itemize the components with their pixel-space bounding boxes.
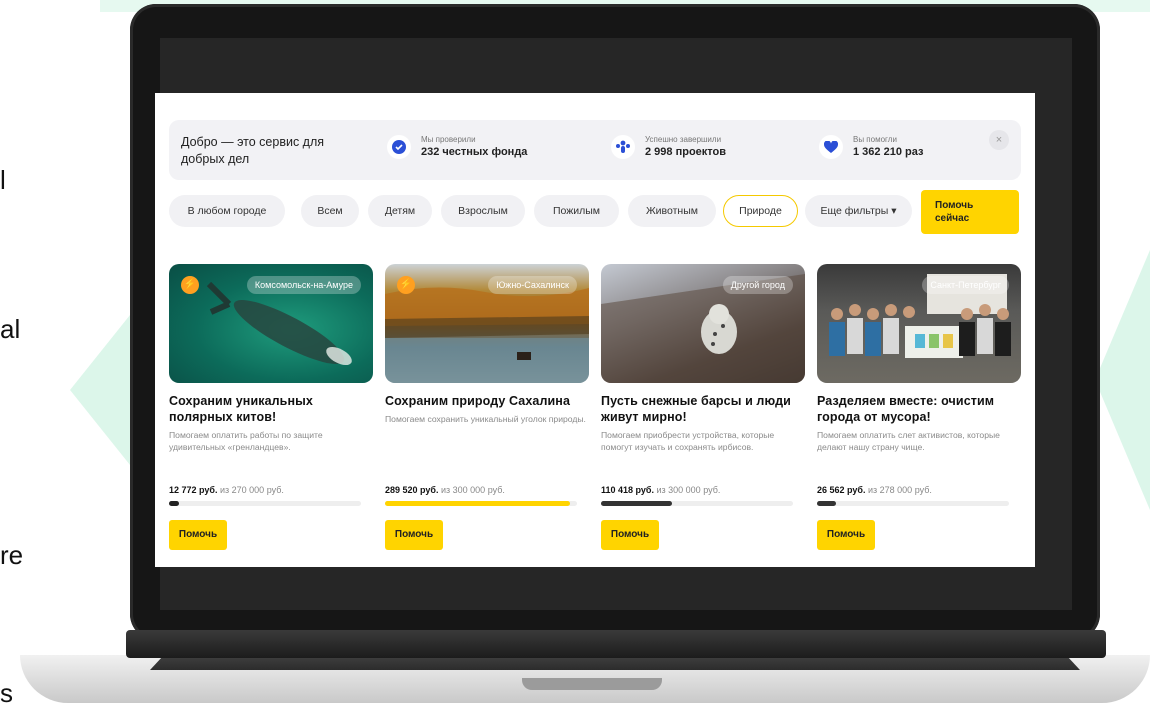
raised-sum: 110 418 руб. (601, 485, 654, 495)
card-title[interactable]: Разделяем вместе: очистим города от мусо… (817, 393, 1021, 425)
card-title[interactable]: Сохраним природу Сахалина (385, 393, 589, 409)
side-text-2: al (0, 314, 21, 344)
goal-sum: из 300 000 руб. (441, 485, 505, 495)
stat-label: Успешно завершили (645, 135, 722, 144)
progress-bar (817, 501, 1009, 506)
project-card[interactable]: Санкт-Петербург Разделяем вместе: очисти… (817, 264, 1021, 550)
help-button[interactable]: Помочь (601, 520, 659, 550)
progress-bar (385, 501, 577, 506)
people-icon (611, 135, 635, 159)
side-text-1: l (0, 165, 6, 195)
raised-sum: 12 772 руб. (169, 485, 218, 495)
raised-sum: 289 520 руб. (385, 485, 439, 495)
card-title[interactable]: Пусть снежные барсы и люди живут мирно! (601, 393, 805, 425)
raised-amount: 12 772 руб. из 270 000 руб. (169, 485, 284, 495)
progress-fill (385, 501, 571, 506)
stat-completed-projects: Успешно завершили 2 998 проектов (611, 134, 726, 160)
sakhalin-image: ⚡ Южно-Сахалинск (385, 264, 589, 383)
laptop-notch (522, 678, 662, 690)
urgent-bolt-icon: ⚡ (397, 276, 415, 294)
stat-label: Мы проверили (421, 135, 476, 144)
card-description: Помогаем оплатить работы по защите удиви… (169, 430, 323, 452)
website-page: Добро — это сервис для добрых дел Мы про… (155, 93, 1035, 567)
close-icon[interactable]: × (989, 130, 1009, 150)
stat-value: 2 998 проектов (645, 146, 727, 158)
snow-leopard-image: Другой город (601, 264, 805, 383)
filter-animals[interactable]: Животным (628, 195, 716, 227)
filter-nature[interactable]: Природе (723, 195, 798, 227)
filter-children[interactable]: Детям (368, 195, 432, 227)
card-description: Помогаем приобрести устройства, которые … (601, 430, 775, 452)
stat-value: 232 честных фонда (421, 146, 528, 158)
card-description: Помогаем сохранить уникальный уголок при… (385, 414, 586, 424)
volunteers-image: Санкт-Петербург (817, 264, 1021, 383)
progress-bar (601, 501, 793, 506)
laptop-hinge (126, 630, 1106, 658)
city-badge: Южно-Сахалинск (488, 276, 577, 294)
raised-amount: 26 562 руб. из 278 000 руб. (817, 485, 932, 495)
help-button[interactable]: Помочь (385, 520, 443, 550)
city-badge: Санкт-Петербург (922, 276, 1009, 294)
progress-fill (601, 501, 673, 506)
more-filters-dropdown[interactable]: Еще фильтры ▾ (805, 195, 912, 227)
tagline: Добро — это сервис для добрых дел (181, 135, 325, 166)
project-card[interactable]: Другой город Пусть снежные барсы и люди … (601, 264, 805, 550)
bg-diamond-right (1095, 250, 1150, 510)
filter-adults[interactable]: Взрослым (441, 195, 525, 227)
project-card[interactable]: ⚡ Комсомольск-на-Амуре Сохраним уникальн… (169, 264, 373, 550)
goal-sum: из 300 000 руб. (656, 485, 721, 495)
stat-verified-funds: Мы проверили 232 честных фонда (387, 134, 527, 160)
stat-label: Вы помогли (853, 135, 897, 144)
help-now-button[interactable]: Помочь сейчас (921, 190, 1019, 234)
city-select[interactable]: В любом городе (169, 195, 285, 227)
side-text-4: s (0, 678, 13, 708)
card-title[interactable]: Сохраним уникальных полярных китов! (169, 393, 373, 425)
progress-bar (169, 501, 361, 506)
card-description: Помогаем оплатить слет активистов, котор… (817, 430, 1000, 452)
help-button[interactable]: Помочь (817, 520, 875, 550)
check-shield-icon (387, 135, 411, 159)
stats-panel: Добро — это сервис для добрых дел Мы про… (169, 120, 1021, 180)
goal-sum: из 270 000 руб. (220, 485, 284, 495)
goal-sum: из 278 000 руб. (868, 485, 932, 495)
urgent-bolt-icon: ⚡ (181, 276, 199, 294)
filter-elderly[interactable]: Пожилым (534, 195, 619, 227)
city-badge: Другой город (722, 276, 793, 294)
city-badge: Комсомольск-на-Амуре (246, 276, 361, 294)
whale-image: ⚡ Комсомольск-на-Амуре (169, 264, 373, 383)
progress-fill (169, 501, 179, 506)
project-card[interactable]: ⚡ Южно-Сахалинск Сохраним природу Сахали… (385, 264, 589, 550)
filter-bar: В любом городе Всем Детям Взрослым Пожил… (169, 190, 1029, 237)
progress-fill (817, 501, 837, 506)
raised-amount: 110 418 руб. из 300 000 руб. (601, 485, 720, 495)
filter-all[interactable]: Всем (301, 195, 359, 227)
stat-value: 1 362 210 раз (853, 146, 924, 158)
side-text-3: re (0, 540, 24, 570)
help-button[interactable]: Помочь (169, 520, 227, 550)
heart-icon (819, 135, 843, 159)
stat-you-helped: Вы помогли 1 362 210 раз (819, 134, 923, 160)
raised-sum: 26 562 руб. (817, 485, 866, 495)
raised-amount: 289 520 руб. из 300 000 руб. (385, 485, 505, 495)
